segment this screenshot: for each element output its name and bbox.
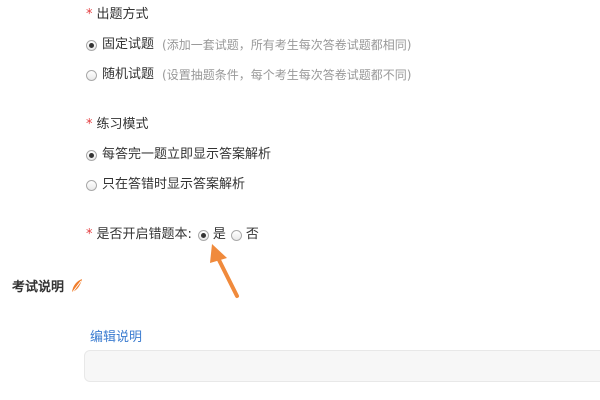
annotation-arrow-icon [210, 244, 239, 298]
option-random-questions[interactable]: 随机试题 (设置抽题条件，每个考生每次答卷试题都不同) [86, 66, 411, 84]
option-fixed-questions[interactable]: 固定试题 (添加一套试题，所有考生每次答卷试题都相同) [86, 36, 411, 54]
show-on-wrong-radio[interactable] [86, 179, 97, 191]
random-questions-hint: (设置抽题条件，每个考生每次答卷试题都不同) [162, 68, 412, 82]
question-mode-heading: * 出题方式 [86, 6, 149, 24]
exam-notes-title: 考试说明 [12, 280, 65, 295]
wrong-book-label: 是否开启错题本: [96, 227, 192, 242]
exam-notes-textarea[interactable] [84, 350, 600, 382]
practice-mode-heading: * 练习模式 [86, 116, 149, 134]
option-show-after-each[interactable]: 每答完一题立即显示答案解析 [86, 146, 271, 164]
option-show-on-wrong[interactable]: 只在答错时显示答案解析 [86, 176, 245, 194]
random-questions-label: 随机试题 [102, 67, 155, 82]
required-star: * [86, 7, 93, 22]
required-star: * [86, 117, 93, 132]
practice-mode-label: 练习模式 [96, 117, 149, 132]
show-after-each-label: 每答完一题立即显示答案解析 [102, 147, 272, 162]
feather-icon [71, 278, 83, 293]
required-star: * [86, 227, 93, 242]
exam-notes-heading: 考试说明 [12, 276, 84, 295]
show-after-each-radio[interactable] [86, 149, 97, 161]
random-questions-radio[interactable] [86, 69, 97, 81]
fixed-questions-hint: (添加一套试题，所有考生每次答卷试题都相同) [162, 38, 412, 52]
question-mode-label: 出题方式 [96, 7, 149, 22]
exam-settings-page: * 出题方式 固定试题 (添加一套试题，所有考生每次答卷试题都相同) 随机试题 (… [0, 0, 600, 400]
show-on-wrong-label: 只在答错时显示答案解析 [102, 177, 246, 192]
fixed-questions-label: 固定试题 [102, 37, 155, 52]
fixed-questions-radio[interactable] [86, 39, 97, 51]
edit-notes-link[interactable]: 编辑说明 [90, 326, 142, 345]
